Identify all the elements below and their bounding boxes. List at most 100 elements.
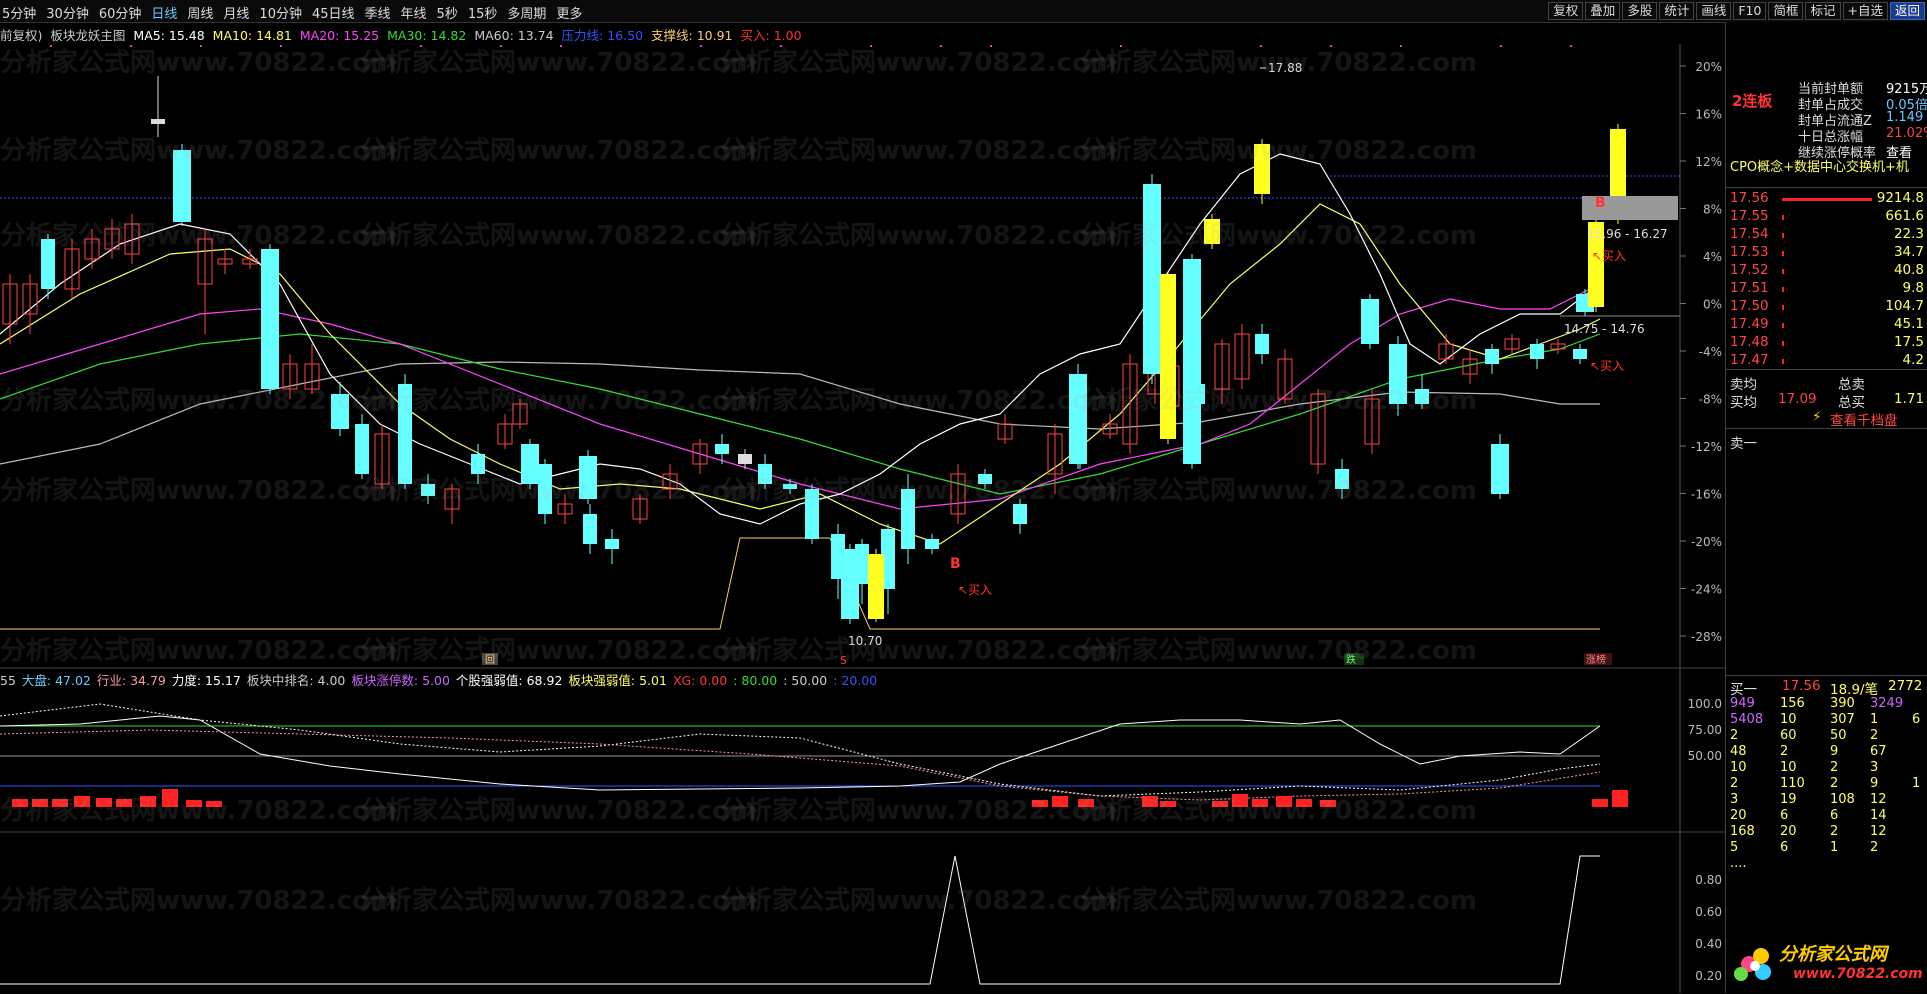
volume-bar [74, 796, 90, 807]
volume-bar [116, 799, 132, 807]
axis-label: -12% [1691, 440, 1722, 454]
queue-order: 5408 [1730, 712, 1764, 727]
tool-button[interactable]: 返回 [1889, 2, 1925, 20]
signal-dot [280, 45, 282, 47]
queue-order: 6 [1912, 712, 1921, 727]
badge-zhangting: 涨榜 [1586, 653, 1606, 666]
buy-signal-label: ↖买入 [1590, 359, 1624, 373]
tool-button[interactable]: 复权 [1548, 2, 1584, 20]
concept-tags[interactable]: CPO概念+数据中心交换机+机 [1730, 156, 1909, 175]
candle-body [1573, 349, 1587, 359]
queue-order: 2 [1730, 776, 1739, 791]
ask-volume: 4.2 [1902, 352, 1924, 368]
period-tab[interactable]: 年线 [401, 7, 427, 22]
main-indicator-header: 前复权) 板块龙妖主图 MA5: 15.48 MA10: 14.81 MA20: 15.… [0, 25, 810, 44]
candle-body [841, 549, 859, 619]
candle-body [538, 464, 552, 514]
tool-button[interactable]: +自选 [1842, 2, 1888, 20]
period-tab[interactable]: 5秒 [437, 7, 458, 22]
candle-body [758, 464, 772, 484]
queue-order: 12 [1870, 792, 1887, 807]
axis-label: 4% [1703, 250, 1722, 264]
badge-die: 跌 [1346, 653, 1356, 666]
total-buy-value: 1.71 [1894, 391, 1925, 407]
ma-value: MA10: 14.81 [212, 28, 292, 43]
candle-body [1415, 389, 1429, 404]
volume-bar [1232, 794, 1248, 807]
tool-button[interactable]: 多股 [1622, 2, 1658, 20]
tool-button[interactable]: 简框 [1768, 2, 1804, 20]
period-tab[interactable]: 周线 [187, 7, 213, 22]
period-tab[interactable]: 季线 [365, 7, 391, 22]
ask-price: 17.48 [1730, 334, 1769, 350]
queue-order: 6 [1780, 840, 1789, 855]
period-tab[interactable]: 更多 [556, 7, 582, 22]
period-tab[interactable]: 30分钟 [46, 7, 89, 22]
range-label: 15.96 - 16.27 [1587, 227, 1668, 241]
view-qiandang-link[interactable]: 查看千档盘 [1830, 409, 1898, 429]
ma-value: 买入: 1.00 [740, 28, 802, 43]
limit-up-candle [868, 554, 884, 619]
b-marker: B [950, 556, 961, 572]
sell1-label: 卖一 [1730, 436, 1757, 452]
ask-volume: 34.7 [1893, 244, 1924, 260]
period-tab[interactable]: 月线 [223, 7, 249, 22]
lightning-icon: ⚡ [1812, 409, 1822, 425]
signal-dot [990, 45, 992, 47]
tool-button[interactable]: 画线 [1696, 2, 1732, 20]
stat-value: 21.02% [1886, 126, 1927, 141]
kline-chart[interactable]: 20% 16% 12% 8% 4% 0% -4% -8% -12% -16% -20% -24% -28… [0, 44, 1725, 993]
b-marker: B [1595, 195, 1606, 211]
logo-title: 分析家公式网 [1779, 944, 1887, 965]
tool-button[interactable]: 叠加 [1585, 2, 1621, 20]
queue-order: 2 [1830, 776, 1839, 791]
limit-up-candle [1160, 274, 1176, 439]
volume-bar [162, 789, 178, 807]
signal-dot [130, 45, 132, 47]
candle-body [925, 539, 939, 549]
volume-bar [1212, 801, 1228, 807]
quote-panel: 2连板 当前封单额 9215万 封单占成交 0.05倍 封单占流通Z 1.149 十日总涨幅… [1725, 22, 1927, 993]
signal-indicator-pane: 0.80 0.60 0.40 0.20 [0, 855, 1722, 985]
ask-price: 17.53 [1730, 244, 1769, 260]
period-tab[interactable]: 10分钟 [259, 7, 302, 22]
period-tab[interactable]: 15秒 [468, 7, 498, 22]
ask-volume-bar [1782, 359, 1784, 364]
ask-volume: 40.8 [1893, 262, 1924, 278]
signal-dot [560, 45, 562, 47]
tool-button[interactable]: 标记 [1805, 2, 1841, 20]
ask-price: 17.50 [1730, 298, 1769, 314]
period-tab[interactable]: 60分钟 [99, 7, 142, 22]
candle-body [901, 489, 915, 549]
period-tab[interactable]: 多周期 [507, 7, 546, 22]
queue-order: 9 [1830, 744, 1839, 759]
stat-value: 1.149 [1886, 110, 1924, 125]
total-buy-label: 总买 [1838, 395, 1865, 411]
ind-axis-label: 75.00 [1688, 723, 1722, 737]
queue-order: .... [1730, 856, 1747, 871]
queue-order: 67 [1870, 744, 1887, 759]
tool-button[interactable]: 统计 [1659, 2, 1695, 20]
period-tab[interactable]: 5分钟 [2, 7, 36, 22]
axis-label: -8% [1699, 393, 1722, 407]
badge-huibu: 回 [485, 654, 495, 666]
queue-order: 48 [1730, 744, 1747, 759]
ind-axis-label: 0.20 [1695, 969, 1722, 983]
ma-value: MA20: 15.25 [299, 28, 380, 43]
ask-volume: 9.8 [1902, 280, 1924, 296]
tool-button[interactable]: F10 [1733, 2, 1767, 20]
ask-volume-bar [1782, 323, 1784, 328]
volume-bar [1276, 796, 1292, 807]
ask-volume-bar [1782, 215, 1784, 220]
queue-order: 3249 [1870, 696, 1904, 711]
ask-volume: 45.1 [1893, 316, 1924, 332]
ask-volume-bar [1782, 305, 1784, 310]
ask-volume-bar [1782, 233, 1784, 238]
period-tab[interactable]: 45日线 [312, 7, 355, 22]
volume-bar [32, 799, 48, 807]
queue-order: 14 [1870, 808, 1887, 823]
ma-value: 支撑线: 10.91 [651, 28, 733, 43]
queue-order: 110 [1780, 776, 1805, 791]
queue-order: 3 [1730, 792, 1739, 807]
period-tab[interactable]: 日线 [151, 7, 177, 22]
